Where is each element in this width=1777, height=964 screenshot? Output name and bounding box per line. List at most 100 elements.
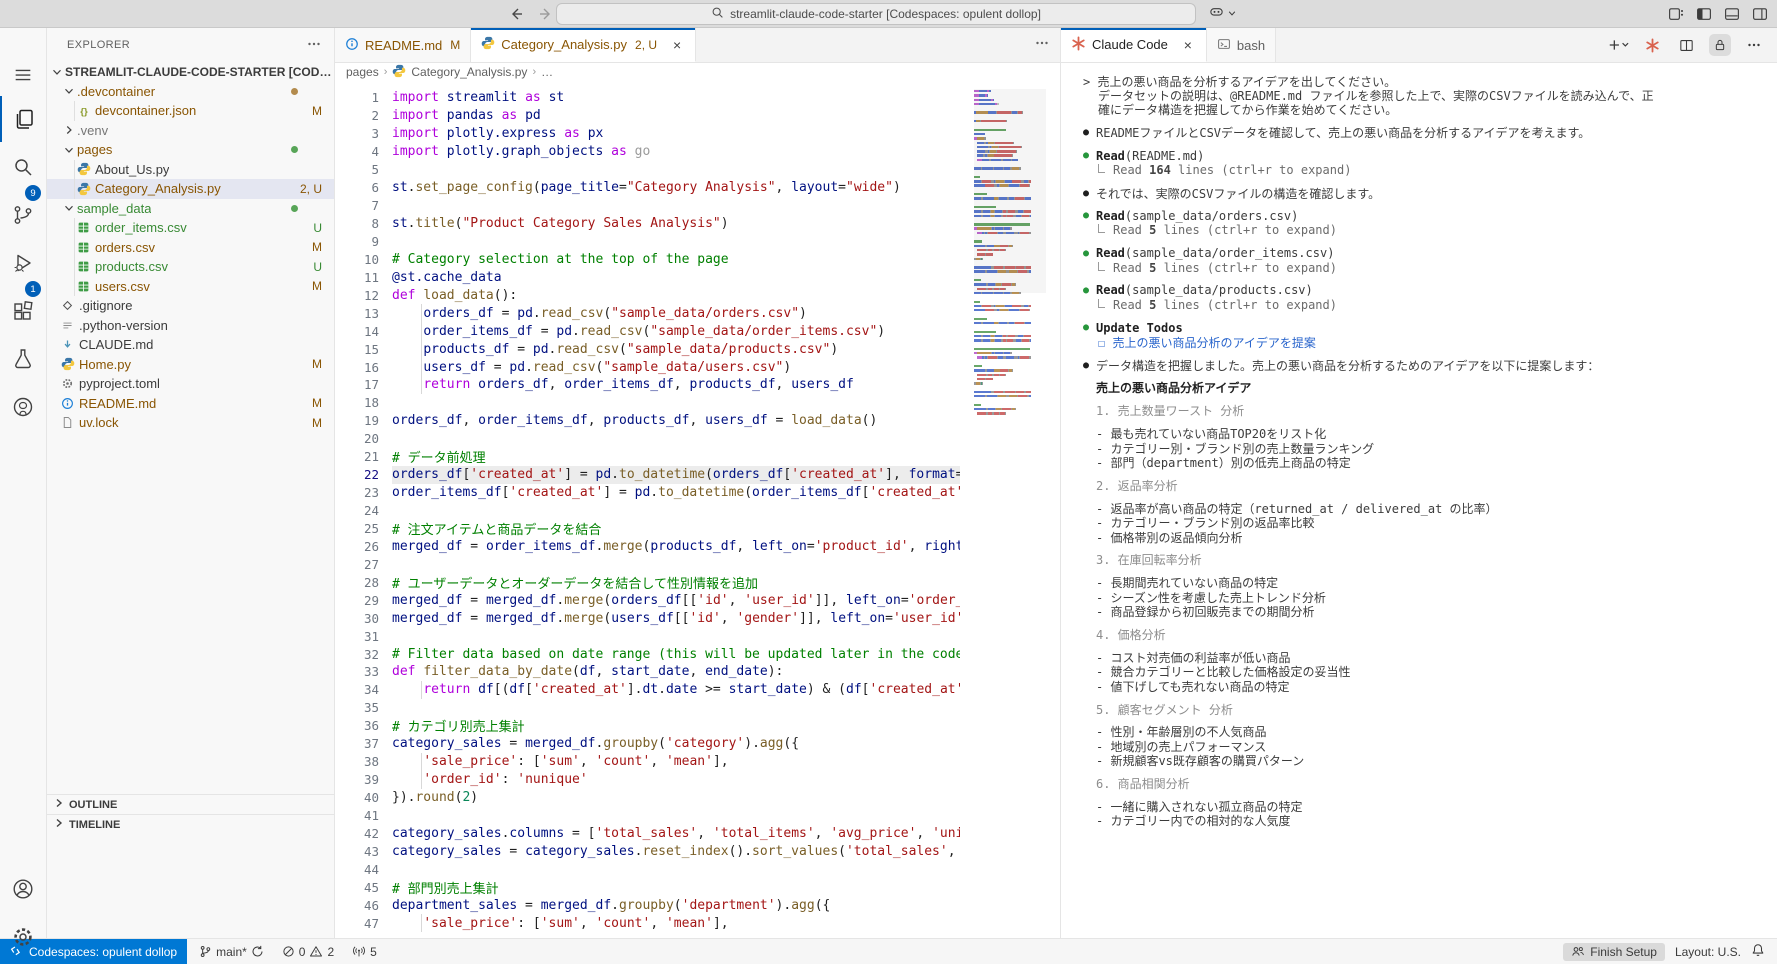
bell-icon[interactable] [1751,943,1765,960]
claude-msg-line: ●READMEファイルとCSVデータを確認して、売上の悪い商品を分析するアイデア… [1083,126,1767,140]
tree-item-.devcontainer[interactable]: .devcontainer [47,82,334,102]
settings-gear-icon[interactable] [0,914,46,960]
tree-item-sample_data[interactable]: sample_data [47,199,334,219]
code-line-9: 9 [335,233,960,251]
code-line-3: 3import plotly.express as px [335,125,960,143]
tree-item-orders.csv[interactable]: orders.csvM [47,238,334,258]
more-actions-icon[interactable] [1743,34,1765,56]
sidebar-item-source-control[interactable]: 9 [0,192,46,238]
claude-tool-line: ●Read(sample_data/products.csv) [1083,283,1767,297]
claude-item-line: - 値下げしても売れない商品の特定 [1083,679,1767,693]
code-line-45: 45# 部門別売上集計 [335,878,960,896]
copilot-menu[interactable] [1208,4,1237,24]
breadcrumb-file[interactable]: Category_Analysis.py [411,65,527,79]
account-icon[interactable] [0,866,46,912]
tree-item-Category_Analysis.py[interactable]: Category_Analysis.py2, U [47,179,334,199]
tab-label: README.md [365,38,442,53]
customize-layout-icon[interactable] [1667,5,1685,23]
timeline-section[interactable]: TIMELINE [47,814,334,834]
tree-item-users.csv[interactable]: users.csvM [47,277,334,297]
explorer-title: EXPLORER [67,39,130,51]
back-icon[interactable] [508,6,524,22]
layout-indicator[interactable]: Layout: U.S. [1675,945,1741,959]
claude-asterisk-icon [1071,36,1086,54]
code-line-15: 15 products_df = pd.read_csv("sample_dat… [335,340,960,358]
sidebar-item-search[interactable] [0,144,46,190]
code-line-22: 22orders_df['created_at'] = pd.to_dateti… [335,466,960,484]
lock-icon[interactable] [1709,34,1731,56]
sidebar-item-github[interactable] [0,384,46,430]
toggle-secondary-sidebar-icon[interactable] [1751,5,1769,23]
code-line-19: 19orders_df, order_items_df, products_df… [335,412,960,430]
outline-section[interactable]: OUTLINE [47,794,334,814]
code-line-13: 13 orders_df = pd.read_csv("sample_data/… [335,304,960,322]
code-line-7: 7 [335,197,960,215]
remote-label: Codespaces: opulent dollop [29,945,177,959]
ports-indicator[interactable]: 5 [346,941,383,963]
tree-item-CLAUDE.md[interactable]: CLAUDE.md [47,335,334,355]
tree-item-README.md[interactable]: README.mdM [47,394,334,414]
menu-button[interactable] [0,52,46,98]
tab-bash[interactable]: bash [1207,28,1276,62]
tree-item-root[interactable]: STREAMLIT-CLAUDE-CODE-STARTER [CODESP... [47,62,334,82]
tree-item-order_items.csv[interactable]: order_items.csvU [47,218,334,238]
claude-todo-line[interactable]: ☐ 売上の悪い商品分析のアイデアを提案 [1083,335,1767,349]
tree-item-.venv[interactable]: .venv [47,121,334,141]
error-count: 0 [299,945,306,959]
toggle-primary-sidebar-icon[interactable] [1695,5,1713,23]
close-icon[interactable]: × [1180,37,1196,53]
branch-label: main* [216,945,247,959]
tab-category-analysis[interactable]: Category_Analysis.py 2, U × [471,28,696,62]
breadcrumb-folder[interactable]: pages [346,65,379,79]
explorer-actions-icon[interactable] [306,36,322,55]
sidebar-item-testing[interactable] [0,336,46,382]
breadcrumb[interactable]: pages › Category_Analysis.py › … [335,63,1060,81]
tab-claude-code[interactable]: Claude Code × [1061,28,1207,62]
problems-indicator[interactable]: 0 2 [276,941,340,963]
code-line-18: 18 [335,394,960,412]
tree-item-devcontainer.json[interactable]: {}devcontainer.jsonM [47,101,334,121]
code-line-26: 26merged_df = order_items_df.merge(produ… [335,537,960,555]
breadcrumb-symbol[interactable]: … [541,65,553,79]
bash-terminal-icon [1217,37,1231,54]
tree-item-About_Us.py[interactable]: About_Us.py [47,160,334,180]
branch-indicator[interactable]: main* [193,941,270,963]
toggle-panel-icon[interactable] [1723,5,1741,23]
finish-setup-button[interactable]: Finish Setup [1563,943,1665,961]
tree-item-.gitignore[interactable]: .gitignore [47,296,334,316]
outline-label: OUTLINE [69,799,117,811]
claude-code-terminal[interactable]: > 売上の悪い商品を分析するアイデアを出してください。データセットの説明は、@R… [1061,63,1777,938]
tree-item-products.csv[interactable]: products.csvU [47,257,334,277]
code-line-16: 16 users_df = pd.read_csv("sample_data/u… [335,358,960,376]
claude-tool-line: ●Read(README.md) [1083,149,1767,163]
claude-section-line: 4. 価格分析 [1083,627,1767,641]
claude-section-line: 1. 売上数量ワースト 分析 [1083,404,1767,418]
code-line-43: 43category_sales = category_sales.reset_… [335,842,960,860]
sidebar-item-explorer[interactable] [0,96,46,142]
tree-item-uv.lock[interactable]: uv.lockM [47,413,334,433]
tree-item-pages[interactable]: pages [47,140,334,160]
sidebar-item-run-debug[interactable] [0,240,46,286]
minimap[interactable] [974,89,1046,416]
new-terminal-button[interactable] [1607,34,1629,56]
status-bar: Codespaces: opulent dollop main* 0 2 5 F [0,938,1777,964]
explorer-sidebar: EXPLORER STREAMLIT-CLAUDE-CODE-STARTER [… [47,28,335,938]
sidebar-item-extensions[interactable]: 1 [0,288,46,334]
close-icon[interactable]: × [669,37,685,53]
tree-item-pyproject.toml[interactable]: pyproject.toml [47,374,334,394]
editor-tab-bar: README.md M Category_Analysis.py 2, U × [335,28,1060,63]
code-line-2: 2import pandas as pd [335,107,960,125]
tree-item-Home.py[interactable]: Home.pyM [47,355,334,375]
chevron-down-icon [1227,5,1237,23]
chevron-right-icon [51,795,67,814]
tree-item-.python-version[interactable]: .python-version [47,316,334,336]
forward-icon[interactable] [538,6,554,22]
editor-actions-icon[interactable] [1034,35,1050,56]
claude-item-line: - 新規顧客vs既存顧客の購買パターン [1083,754,1767,768]
tab-readme[interactable]: README.md M [335,28,471,62]
vscode-window: streamlit-claude-code-starter [Codespace… [0,0,1777,964]
claude-asterisk-icon[interactable] [1641,34,1663,56]
split-terminal-icon[interactable] [1675,34,1697,56]
code-editor[interactable]: 1import streamlit as st2import pandas as… [335,81,1060,938]
command-center-search[interactable]: streamlit-claude-code-starter [Codespace… [556,3,1196,25]
